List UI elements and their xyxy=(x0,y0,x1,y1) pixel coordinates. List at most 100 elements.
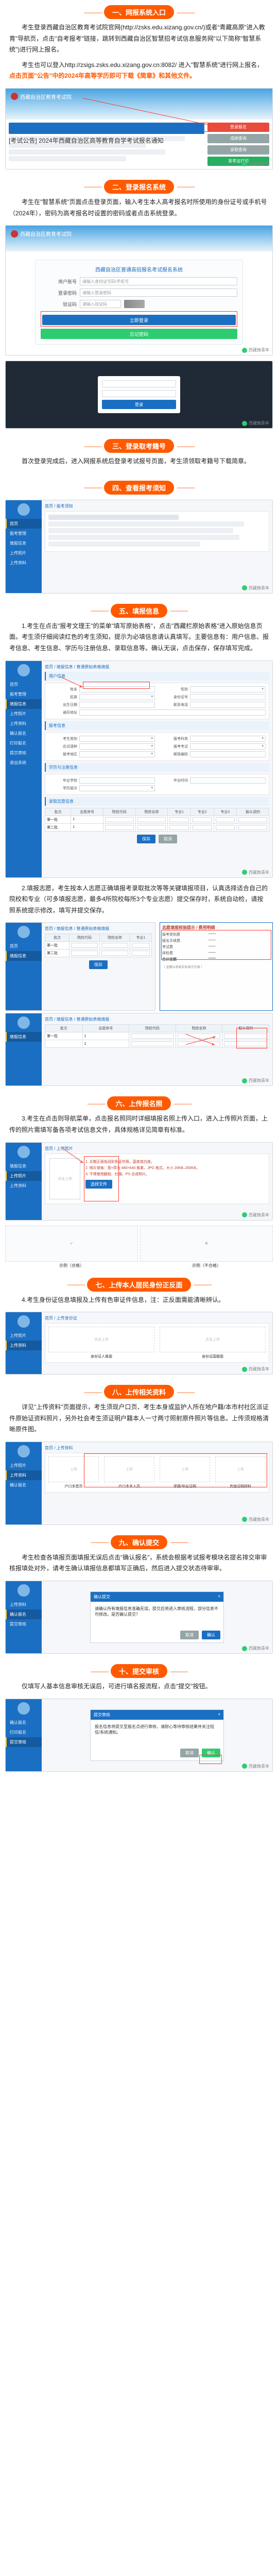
sidebar-item-print[interactable]: 打印报名 xyxy=(6,738,42,748)
pref-input[interactable] xyxy=(105,817,134,822)
sidebar-item-submit[interactable]: 提交审核 xyxy=(6,1737,42,1747)
sidebar-item-home[interactable]: 首页 xyxy=(6,519,42,529)
dark-input-pass[interactable] xyxy=(102,390,176,397)
step-1-desc-a: 考生登录西藏自治区教育考试院官网(http://zsks.edu.xizang.… xyxy=(0,22,278,60)
callout-box xyxy=(236,1028,267,1048)
step-9-desc: 详见"上传资料"页面提示，考生须现户口页、考生本身或监护人所在地户籍/本市村社区… xyxy=(0,1402,278,1439)
modal-body: 报名信息将提交至报名点进行审核，请耐心等待审核结果并关注短信/系统通知。 xyxy=(91,1720,223,1745)
modal-cancel-button[interactable]: 取消 xyxy=(180,1749,199,1757)
modal-ok-button[interactable]: 确认 xyxy=(202,1631,220,1639)
sidebar-item-home[interactable]: 首页 xyxy=(6,680,42,689)
sidebar-item-manage[interactable]: 报考管理 xyxy=(6,529,42,538)
modal-cancel-button[interactable]: 取消 xyxy=(180,1631,199,1639)
pref-input[interactable] xyxy=(137,817,166,822)
step-8-desc: 4.考生身份证信息填报及上传有色审证件信息，注：正反面需能清晰辨认。 xyxy=(0,1295,278,1310)
select-exam[interactable] xyxy=(190,743,266,750)
pref-input[interactable] xyxy=(238,825,267,830)
modal-title: 确认提交 xyxy=(94,1594,110,1600)
close-icon[interactable]: × xyxy=(218,1594,220,1600)
login-screenshot: 西藏自治区教育考试院 西藏自治区普通高招报名考试报名系统 用户账号 请输入身份证… xyxy=(5,225,273,355)
input-school[interactable] xyxy=(79,777,155,784)
sidebar-item-submit[interactable]: 提交审核 xyxy=(6,748,42,758)
sidebar-item-files[interactable]: 上传资料 xyxy=(6,558,42,568)
pref-input[interactable] xyxy=(105,825,134,830)
pref-input[interactable] xyxy=(193,825,212,830)
save-button[interactable]: 保存 xyxy=(89,960,108,969)
pref-input[interactable] xyxy=(216,817,235,822)
pref-input[interactable] xyxy=(169,825,189,830)
portal-notice[interactable]: [考试公告] 2024年西藏自治区高等教育自学考试报名通知 xyxy=(9,136,185,141)
sample-bad-caption: 示例（不合格） xyxy=(140,1263,273,1268)
dark-input-user[interactable] xyxy=(102,380,176,387)
confirm-modal: 确认提交× 请确认所有填报信息准确无误，提交后将进入审核流程，部分信息不可修改。… xyxy=(90,1591,224,1643)
confirm-screenshot: 上传资料 确认报名 提交审核 确认提交× 请确认所有填报信息准确无误，提交后将进… xyxy=(5,1581,273,1654)
input-zip[interactable] xyxy=(190,751,266,757)
id-back-slot[interactable]: 点击上传 xyxy=(160,1327,266,1352)
close-icon[interactable]: × xyxy=(218,1712,220,1718)
select-sex[interactable] xyxy=(190,686,266,692)
sidebar-item-confirm[interactable]: 确认报名 xyxy=(6,728,42,738)
label-captcha: 验证码 xyxy=(41,301,77,308)
dark-login-button[interactable]: 登录 xyxy=(102,400,176,409)
callout-box xyxy=(84,1453,267,1487)
callout-box xyxy=(83,682,150,689)
sample-ok-caption: 示例（合格） xyxy=(5,1263,138,1268)
sidebar-item-form[interactable]: 填报信息 xyxy=(6,699,42,709)
sidebar-item-confirm[interactable]: 确认报名 xyxy=(6,1609,42,1619)
sidebar-item-manage[interactable]: 报考管理 xyxy=(6,689,42,699)
breadcrumb: 首页 / 报考须知 xyxy=(45,503,269,509)
captcha-image[interactable] xyxy=(124,300,145,308)
id-front-slot[interactable]: 点击上传 xyxy=(48,1327,154,1352)
input-grad[interactable] xyxy=(190,777,266,784)
submit-screenshot: 确认报名 打印报名 提交审核 提交审核× 报名信息将提交至报名点进行审核，请耐心… xyxy=(5,1699,273,1772)
login-button[interactable]: 立即登录 xyxy=(42,315,236,325)
fee-panel: 志愿填报校验提示 / 费用明细 报考类别费—— 报名手续费—— 考试费—— 体检… xyxy=(160,922,273,1011)
input-id[interactable] xyxy=(190,694,266,700)
sidebar-item-photo[interactable]: 上传照片 xyxy=(6,709,42,719)
portal-query-button[interactable]: 成绩查询 xyxy=(207,134,269,143)
portal-nav-bar[interactable] xyxy=(9,123,204,134)
input-addr[interactable] xyxy=(79,709,266,716)
input-user[interactable]: 请输入身份证号码/手机号 xyxy=(80,277,237,285)
cancel-button[interactable]: 取消 xyxy=(159,835,177,843)
pref-input[interactable] xyxy=(193,817,212,822)
input-captcha[interactable]: 请输入验证码 xyxy=(80,300,121,308)
sidebar-item-photo[interactable]: 上传照片 xyxy=(6,1171,42,1181)
wechat-icon xyxy=(242,1764,247,1769)
panel-user-title: 用户信息 xyxy=(45,672,269,681)
wechat-icon xyxy=(242,161,247,166)
pref-input[interactable] xyxy=(169,817,189,822)
select-type[interactable] xyxy=(79,736,155,742)
input-phone[interactable] xyxy=(190,702,266,708)
select-subject[interactable] xyxy=(190,736,266,742)
select-nation[interactable] xyxy=(79,694,155,700)
pref-input[interactable] xyxy=(238,817,267,822)
login-panel: 西藏自治区普通高招报名考试报名系统 用户账号 请输入身份证号码/手机号 登录密码… xyxy=(35,260,243,345)
select-edu[interactable] xyxy=(79,785,155,791)
input-pass[interactable]: 请输入登录密码 xyxy=(80,289,237,297)
photo-upload-slot[interactable]: 点击上传 xyxy=(49,1158,80,1199)
table-row: 第一批 xyxy=(45,942,152,950)
step-5-desc: 1.考生在点击"报考文理王"的菜单"填写原始表格"，点击"西藏栏原始表格"进入原… xyxy=(0,621,278,658)
wechat-icon xyxy=(242,1078,247,1083)
sidebar-item-form[interactable]: 填报信息 xyxy=(6,538,42,548)
submit-modal: 提交审核× 报名信息将提交至报名点进行审核，请耐心等待审核结果并关注短信/系统通… xyxy=(90,1709,224,1761)
select-region[interactable] xyxy=(79,751,155,757)
select-lang[interactable] xyxy=(79,743,155,750)
reset-button[interactable]: 忘记密码 xyxy=(41,329,237,339)
sidebar-item-photo[interactable]: 上传照片 xyxy=(6,548,42,558)
sidebar-item-exit[interactable]: 退出系统 xyxy=(6,758,42,768)
pref-input[interactable] xyxy=(137,825,166,830)
portal-admit-button[interactable]: 录取查询 xyxy=(207,145,269,155)
table-row: 第二批 xyxy=(45,950,152,957)
watermark: 西藏微青年 xyxy=(242,161,269,167)
dash-right: — — — xyxy=(177,9,194,16)
panel-edu-title: 学历与注册信息 xyxy=(45,763,269,772)
id-back-label: 身份证国徽面 xyxy=(160,1354,266,1359)
input-birth[interactable] xyxy=(79,702,155,708)
save-button[interactable]: 保存 xyxy=(137,835,155,843)
pref-input[interactable] xyxy=(216,825,235,830)
callout-box xyxy=(84,1156,119,1201)
seal-icon xyxy=(11,93,18,100)
sidebar-item-files[interactable]: 上传资料 xyxy=(6,719,42,728)
